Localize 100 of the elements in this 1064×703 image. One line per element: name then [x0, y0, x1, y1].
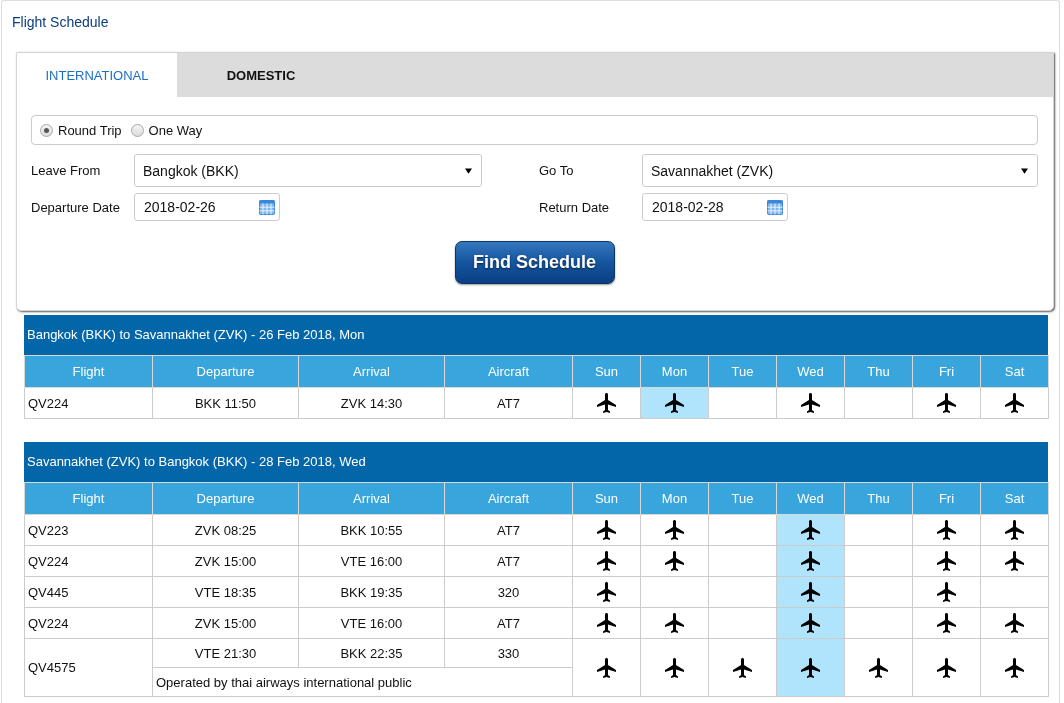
day-header: Mon [640, 482, 709, 515]
column-header: Aircraft [444, 482, 573, 515]
dropdown-value: Savannakhet (ZVK) [651, 162, 774, 179]
radio-option[interactable]: One Way [130, 122, 203, 138]
date-value: 2018-02-26 [144, 199, 216, 215]
airplane-icon [1005, 520, 1024, 540]
day-header: Thu [844, 482, 913, 515]
aircraft-type: 320 [444, 576, 573, 608]
find-schedule-button[interactable]: Find Schedule [454, 241, 615, 284]
column-header: Flight [24, 355, 153, 388]
flight-number: QV224 [24, 545, 153, 577]
day-header: Mon [640, 355, 709, 388]
date-field[interactable]: 2018-02-28 [642, 193, 788, 221]
field-label: Return Date [539, 199, 611, 215]
airplane-icon [597, 613, 616, 633]
airplane-icon [733, 657, 752, 678]
field-label: Departure Date [31, 199, 121, 215]
day-header: Tue [708, 355, 777, 388]
airplane-icon [801, 520, 820, 540]
aircraft-type: AT7 [444, 545, 573, 577]
departure-time: ZVK 15:00 [152, 545, 299, 577]
arrival-time: BKK 10:55 [298, 514, 445, 546]
route-header: Savannakhet (ZVK) to Bangkok (BKK) - 28 Feb 2018, Wed [24, 442, 1048, 482]
departure-time: VTE 18:35 [152, 576, 299, 608]
page-title: Flight Schedule [12, 13, 109, 31]
column-header: Aircraft [444, 355, 573, 388]
departure-time: ZVK 15:00 [152, 607, 299, 639]
flight-number: QV224 [24, 387, 153, 419]
airplane-icon [597, 657, 616, 678]
date-field[interactable]: 2018-02-26 [134, 193, 280, 221]
day-header: Sun [572, 355, 641, 388]
airplane-icon [665, 613, 684, 633]
radio-option[interactable]: Round Trip [40, 122, 122, 138]
airplane-icon [801, 582, 820, 602]
flight-number: QV224 [24, 607, 153, 639]
operator-note: Operated by thai airways international public [152, 667, 573, 697]
date-value: 2018-02-28 [652, 199, 724, 215]
airplane-icon [1005, 551, 1024, 571]
route-header: Bangkok (BKK) to Savannakhet (ZVK) - 26 Feb 2018, Mon [24, 315, 1048, 355]
day-header: Sun [572, 482, 641, 515]
airplane-icon [937, 551, 956, 571]
day-header: Tue [708, 482, 777, 515]
field-label: Go To [539, 163, 575, 178]
departure-time: BKK 11:50 [152, 387, 299, 419]
airplane-icon [937, 393, 956, 413]
airplane-icon [801, 613, 820, 633]
dropdown-value: Bangkok (BKK) [143, 162, 239, 179]
column-header: Arrival [298, 355, 445, 388]
airplane-icon [597, 551, 616, 571]
radio-icon[interactable] [40, 123, 53, 137]
airplane-icon [937, 582, 956, 602]
column-header: Flight [24, 482, 153, 515]
flight-number: QV445 [24, 576, 153, 608]
airplane-icon [665, 520, 684, 540]
column-header: Arrival [298, 482, 445, 515]
caret-icon [1021, 167, 1028, 174]
aircraft-type: AT7 [444, 607, 573, 639]
day-header: Sat [980, 355, 1049, 388]
aircraft-type: AT7 [444, 387, 573, 419]
tab[interactable]: DOMESTIC [181, 53, 341, 97]
arrival-time: VTE 16:00 [298, 607, 445, 639]
flight-number: QV223 [24, 514, 153, 546]
arrival-time: ZVK 14:30 [298, 387, 445, 419]
arrival-time: BKK 19:35 [298, 576, 445, 608]
airplane-icon [597, 393, 616, 413]
airplane-icon [1005, 657, 1024, 678]
airplane-icon [937, 613, 956, 633]
calendar-icon [767, 199, 783, 215]
airplane-icon [937, 520, 956, 540]
aircraft-type: AT7 [444, 514, 573, 546]
column-header: Departure [152, 482, 299, 515]
airplane-icon [801, 393, 820, 413]
airplane-icon [597, 582, 616, 602]
arrival-time: BKK 22:35 [298, 638, 445, 668]
airplane-icon [665, 551, 684, 571]
dropdown[interactable]: Savannakhet (ZVK) [642, 154, 1038, 187]
day-header: Sat [980, 482, 1049, 515]
field-label: Leave From [31, 163, 102, 178]
day-header: Thu [844, 355, 913, 388]
day-header: Wed [776, 482, 845, 515]
airplane-icon [665, 657, 684, 678]
dropdown[interactable]: Bangkok (BKK) [134, 154, 482, 187]
departure-time: ZVK 08:25 [152, 514, 299, 546]
airplane-icon [665, 393, 684, 413]
flight-number: QV4575 [24, 638, 153, 697]
day-header: Fri [912, 482, 981, 515]
airplane-icon [1005, 393, 1024, 413]
aircraft-type: 330 [444, 638, 573, 668]
airplane-icon [801, 657, 820, 678]
tab[interactable]: INTERNATIONAL [17, 53, 177, 97]
airplane-icon [937, 657, 956, 678]
radio-icon[interactable] [130, 123, 144, 137]
day-header: Fri [912, 355, 981, 388]
departure-time: VTE 21:30 [152, 638, 299, 668]
caret-icon [465, 167, 472, 174]
airplane-icon [869, 657, 888, 678]
column-header: Departure [152, 355, 299, 388]
airplane-icon [597, 520, 616, 540]
day-header: Wed [776, 355, 845, 388]
calendar-icon [259, 199, 275, 215]
